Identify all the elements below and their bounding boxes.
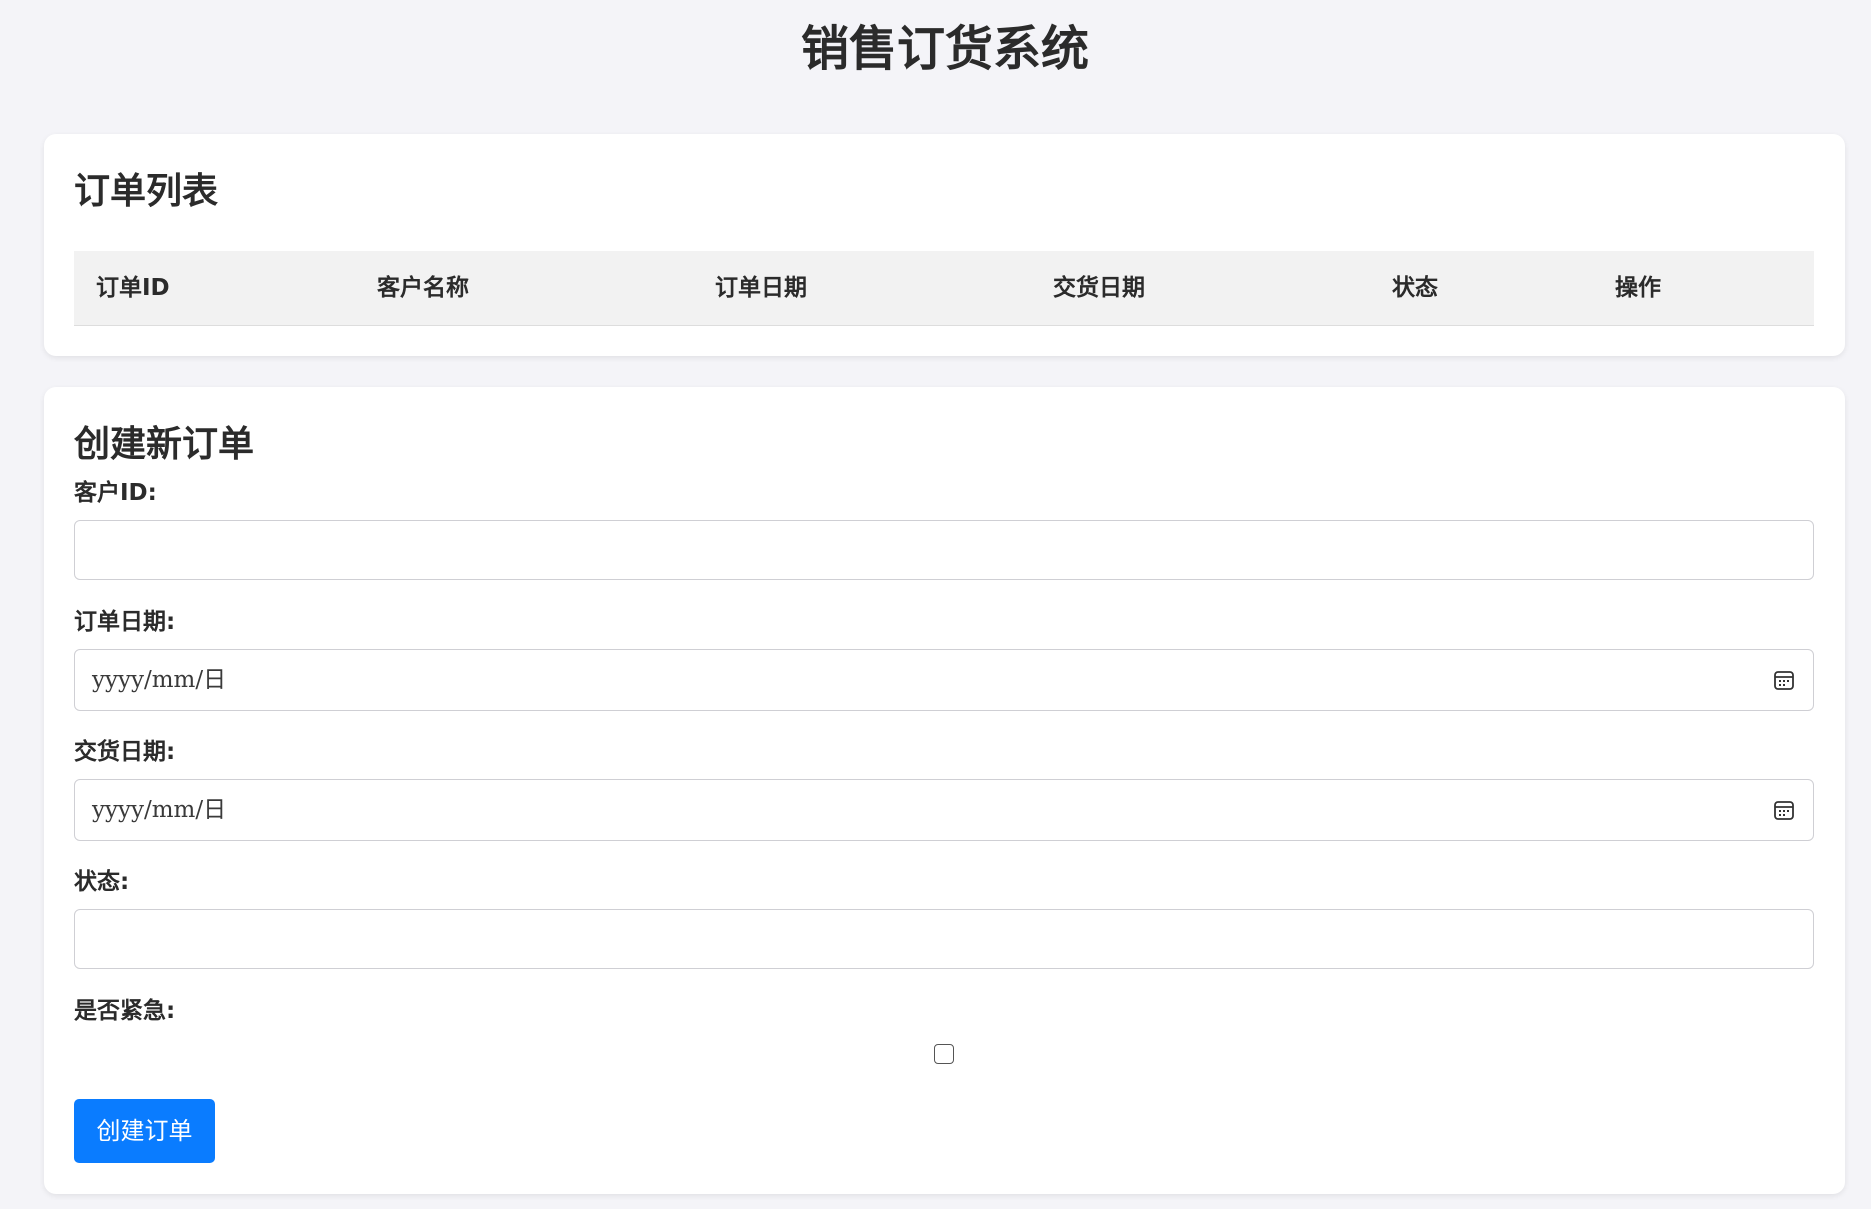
column-header-order-date: 订单日期	[715, 275, 807, 301]
order-date-placeholder: yyyy/mm/日	[92, 667, 227, 693]
column-header-customer-name: 客户名称	[377, 275, 469, 301]
order-list-title: 订单列表	[74, 171, 219, 212]
calendar-icon[interactable]	[1773, 799, 1795, 821]
order-date-input[interactable]: yyyy/mm/日	[74, 649, 1814, 711]
delivery-date-label: 交货日期:	[74, 739, 176, 765]
customer-id-label: 客户ID:	[74, 480, 157, 506]
column-header-order-id: 订单ID	[96, 275, 170, 301]
create-order-card: 创建新订单 客户ID: 订单日期: yyyy/mm/日 交货日期: yyyy/m…	[44, 387, 1845, 1194]
column-header-status: 状态	[1392, 275, 1438, 301]
delivery-date-input[interactable]: yyyy/mm/日	[74, 779, 1814, 841]
order-list-card: 订单列表 订单ID 客户名称 订单日期 交货日期 状态 操作	[44, 134, 1845, 356]
status-input[interactable]	[74, 909, 1814, 969]
column-header-actions: 操作	[1615, 275, 1661, 301]
order-table-header: 订单ID 客户名称 订单日期 交货日期 状态 操作	[74, 251, 1814, 326]
urgent-checkbox[interactable]	[934, 1044, 954, 1064]
create-order-button[interactable]: 创建订单	[74, 1099, 215, 1163]
urgent-label: 是否紧急:	[74, 998, 176, 1024]
delivery-date-placeholder: yyyy/mm/日	[92, 797, 227, 823]
status-label: 状态:	[74, 869, 130, 895]
page-title: 销售订货系统	[800, 21, 1089, 77]
customer-id-input[interactable]	[74, 520, 1814, 580]
calendar-icon[interactable]	[1773, 669, 1795, 691]
order-date-label: 订单日期:	[74, 609, 176, 635]
column-header-delivery-date: 交货日期	[1053, 275, 1145, 301]
create-order-title: 创建新订单	[74, 424, 255, 465]
